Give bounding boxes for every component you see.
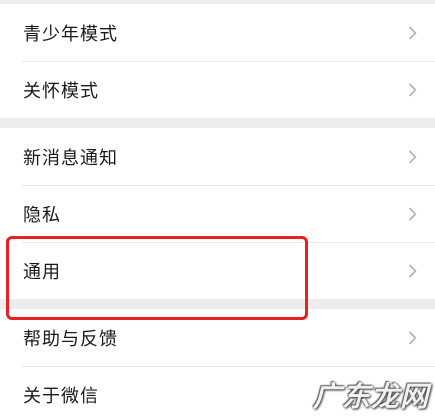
settings-item-label: 新消息通知: [23, 147, 118, 169]
settings-item-care-mode[interactable]: 关怀模式: [0, 61, 435, 118]
settings-item-label: 关于微信: [23, 385, 99, 407]
settings-item-privacy[interactable]: 隐私: [0, 185, 435, 242]
settings-item-label: 青少年模式: [23, 23, 118, 45]
settings-item-label: 帮助与反馈: [23, 328, 118, 350]
highlight-box: [6, 236, 308, 320]
chevron-right-icon: [408, 206, 417, 221]
chevron-right-icon: [408, 82, 417, 97]
chevron-right-icon: [408, 25, 417, 40]
chevron-right-icon: [408, 149, 417, 164]
settings-item-notifications[interactable]: 新消息通知: [0, 128, 435, 185]
chevron-right-icon: [408, 330, 417, 345]
settings-item-label: 隐私: [23, 204, 61, 226]
settings-item-label: 关怀模式: [23, 80, 99, 102]
settings-group-1: 青少年模式 关怀模式: [0, 4, 435, 118]
chevron-right-icon: [408, 263, 417, 278]
settings-page: 青少年模式 关怀模式 新消息通知 隐私 通用 帮助与反馈 关于微信 广东龙网: [0, 0, 435, 419]
settings-item-youth-mode[interactable]: 青少年模式: [0, 4, 435, 61]
watermark-text: 广东龙网: [312, 380, 429, 413]
